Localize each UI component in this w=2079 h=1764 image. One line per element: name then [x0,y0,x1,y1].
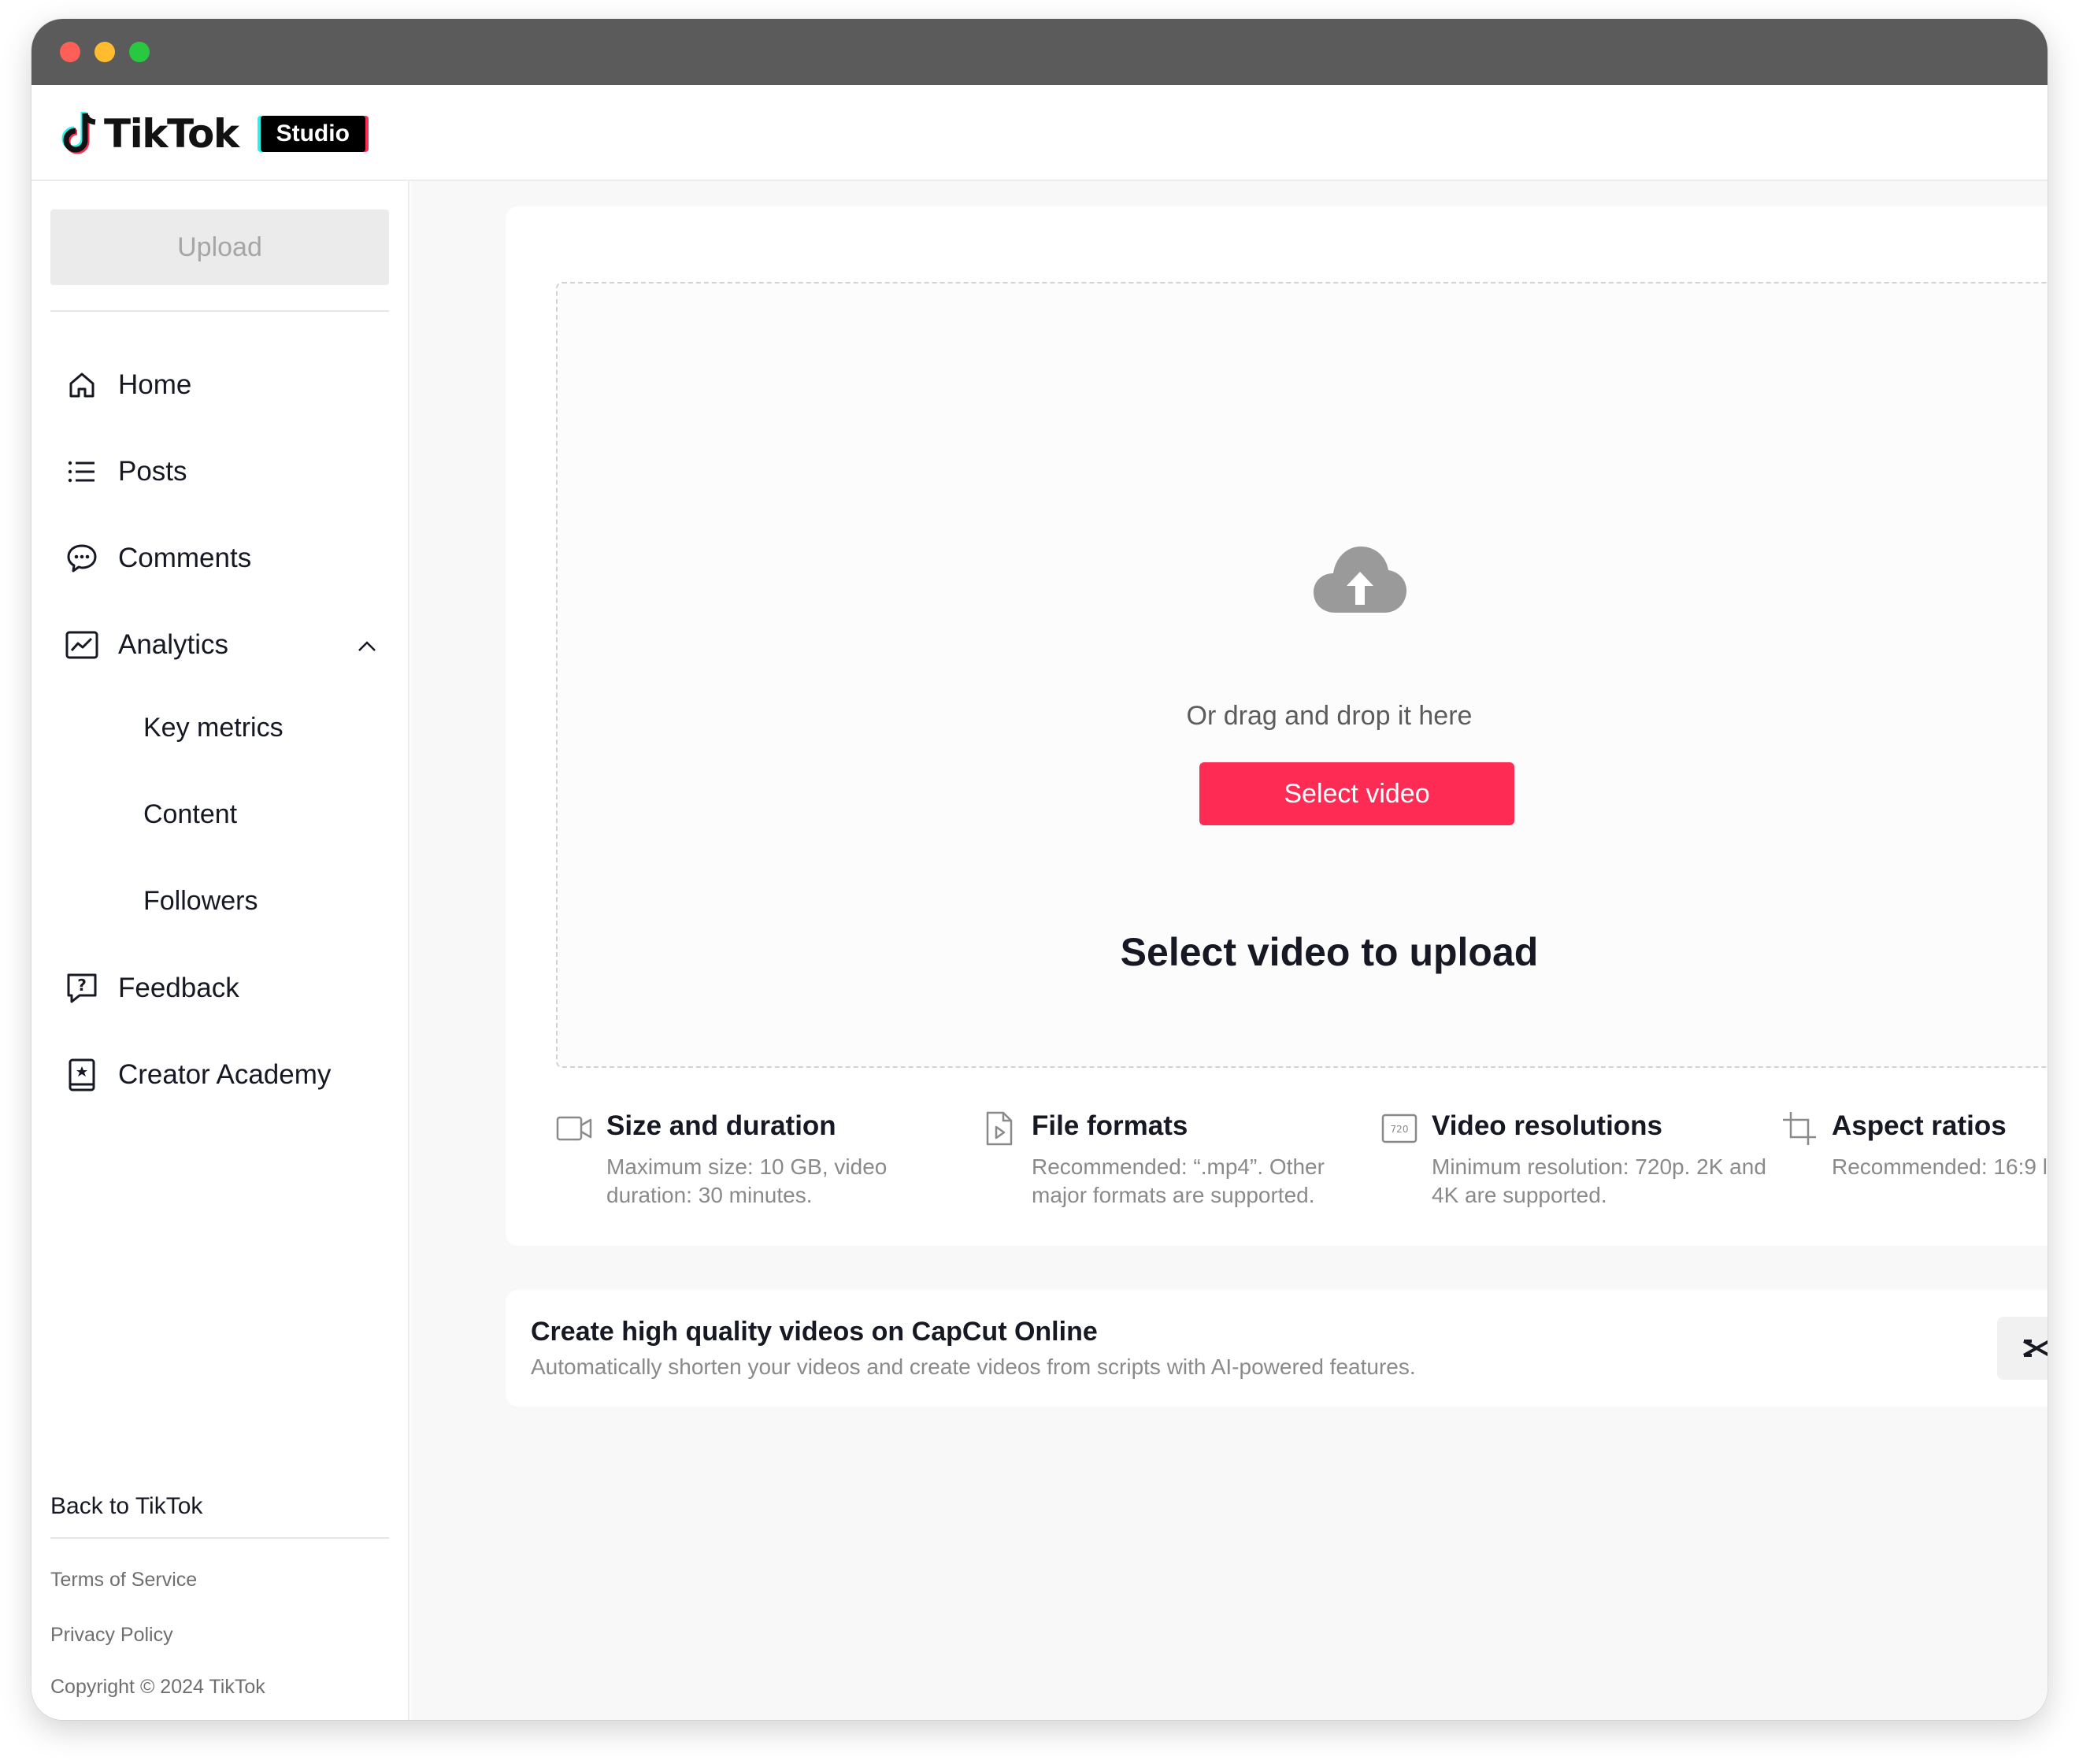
app-window: TikTok Studio Upload Home Posts Comments… [32,19,2048,1720]
requirement-desc: Maximum size: 10 GB, video duration: 30 … [606,1154,888,1207]
comment-icon [63,539,101,577]
capcut-open-button[interactable] [1997,1317,2048,1380]
sidebar-item-label: Creator Academy [118,1059,332,1090]
sidebar-item-feedback[interactable]: ? Feedback [50,953,389,1024]
list-icon [63,453,101,491]
sidebar-item-label: Feedback [118,973,239,1003]
app-header: TikTok Studio [32,85,2048,181]
video-camera-icon [556,1116,592,1141]
sidebar-item-posts[interactable]: Posts [50,436,389,507]
upload-card: Select video to upload Or drag and drop … [506,206,2048,1246]
studio-badge: Studio [260,116,365,152]
sidebar-item-label: Home [118,369,192,400]
requirement-desc: Recommended: “.mp4”. Other major formats… [1032,1154,1325,1207]
requirement-title: Aspect ratios [1832,1110,2007,1141]
copyright-text: Copyright © 2024 TikTok [50,1676,265,1698]
sidebar-item-label: Posts [118,456,187,487]
capcut-description: Automatically shorten your videos and cr… [531,1354,1416,1379]
crop-icon [1783,1112,1816,1145]
requirement-desc: Recommended: 16:9 landscape, 9:16 for ve [1832,1154,2048,1179]
tiktok-note-icon [61,112,96,154]
home-icon [63,366,101,404]
feedback-icon: ? [63,969,101,1007]
svg-text:720: 720 [1391,1124,1409,1135]
upload-title: Select video to upload [1120,930,1539,974]
select-video-button[interactable]: Select video [1199,762,1514,825]
requirement-title: Video resolutions [1432,1110,1663,1141]
resolution-720-icon: 720 [1381,1114,1418,1143]
footer-divider [50,1537,389,1539]
requirement-desc: Minimum resolution: 720p. 2K and 4K are … [1432,1154,1766,1207]
back-to-tiktok-link[interactable]: Back to TikTok [50,1493,202,1520]
analytics-icon [63,626,101,664]
sidebar-item-label: Comments [118,543,252,573]
sidebar-divider [50,310,389,312]
upload-button[interactable]: Upload [50,209,389,285]
sidebar-item-home[interactable]: Home [50,350,389,421]
sidebar-item-analytics[interactable]: Analytics [50,610,389,680]
maximize-window-button[interactable] [129,42,150,62]
requirement-title: File formats [1032,1110,1188,1141]
minimize-window-button[interactable] [94,42,115,62]
privacy-policy-link[interactable]: Privacy Policy [50,1624,173,1647]
academy-icon [63,1056,101,1094]
upload-subtitle: Or drag and drop it here [1186,701,1473,731]
requirement-title: Size and duration [606,1110,836,1141]
brand-name: TikTok [104,111,239,157]
sidebar-item-label: Analytics [118,629,229,660]
capcut-title: Create high quality videos on CapCut Onl… [531,1317,1098,1347]
tiktok-studio-logo[interactable]: TikTok Studio [61,110,365,158]
sidebar-subitem-content[interactable]: Content [143,783,237,846]
sidebar-item-comments[interactable]: Comments [50,523,389,594]
video-dropzone[interactable]: Select video to upload Or drag and drop … [556,282,2048,1068]
svg-text:?: ? [77,976,87,995]
cloud-upload-icon [1314,547,1406,613]
capcut-logo-icon [2023,1340,2048,1357]
chevron-up-icon[interactable] [356,636,378,658]
title-bar [32,19,2048,85]
close-window-button[interactable] [60,42,80,62]
terms-of-service-link[interactable]: Terms of Service [50,1569,197,1592]
main-content: Select video to upload Or drag and drop … [411,181,2048,1720]
sidebar: Upload Home Posts Comments Analytics Key… [32,181,410,1720]
sidebar-subitem-followers[interactable]: Followers [143,869,258,932]
sidebar-item-creator-academy[interactable]: Creator Academy [50,1040,389,1110]
capcut-promo-card[interactable]: Create high quality videos on CapCut Onl… [506,1290,2048,1406]
sidebar-subitem-key-metrics[interactable]: Key metrics [143,696,284,759]
file-icon [986,1111,1013,1146]
